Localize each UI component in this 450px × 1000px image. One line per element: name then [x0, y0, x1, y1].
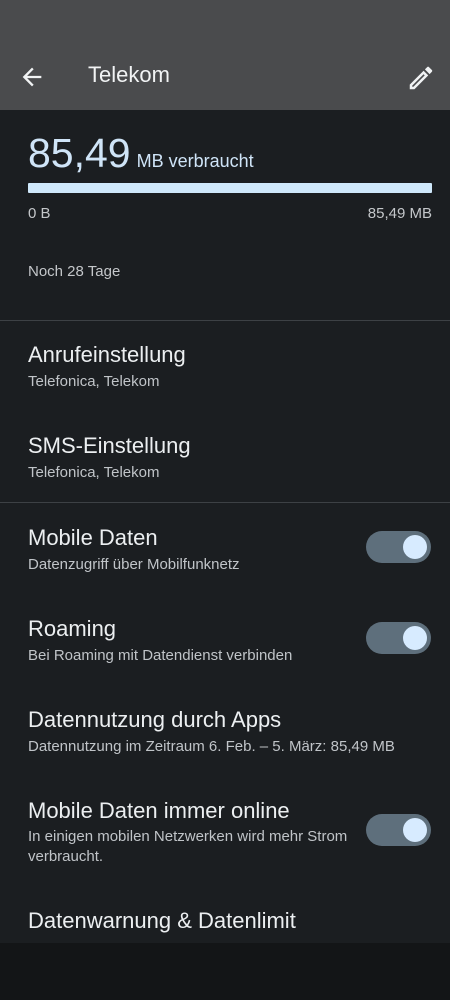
status-bar — [0, 0, 450, 40]
item-title: Datennutzung durch Apps — [28, 707, 282, 732]
item-subtitle: In einigen mobilen Netzwerken wird mehr … — [28, 828, 348, 865]
toggle-knob — [403, 818, 427, 842]
mobile-data-item[interactable]: Mobile Daten Datenzugriff über Mobilfunk… — [0, 512, 450, 597]
usage-amount: 85,49 — [28, 130, 131, 176]
pencil-icon — [409, 66, 433, 90]
arrow-back-icon — [22, 67, 42, 87]
usage-range-min: 0 B — [28, 205, 51, 222]
back-button[interactable] — [18, 63, 46, 91]
item-title: Mobile Daten — [28, 525, 158, 550]
item-subtitle: Telefonica, Telekom — [28, 373, 160, 390]
app-bar: Telekom — [0, 40, 450, 110]
remaining-days: Noch 28 Tage — [28, 263, 121, 280]
edit-button[interactable] — [406, 63, 436, 93]
data-warning-limit-item[interactable]: Datenwarnung & Datenlimit — [0, 896, 450, 943]
item-subtitle: Datenzugriff über Mobilfunknetz — [28, 556, 240, 573]
usage-progress-fill — [28, 183, 432, 193]
mobile-data-toggle[interactable] — [366, 531, 431, 563]
always-online-toggle[interactable] — [366, 814, 431, 846]
app-data-usage-item[interactable]: Datennutzung durch Apps Datennutzung im … — [0, 695, 450, 780]
usage-progress-bar — [28, 183, 432, 193]
usage-unit-label: MB verbraucht — [136, 151, 254, 171]
data-usage-summary: 85,49 MB verbraucht 0 B 85,49 MB — [28, 128, 432, 222]
item-subtitle: Datennutzung im Zeitraum 6. Feb. – 5. Mä… — [28, 738, 395, 755]
usage-range-max: 85,49 MB — [367, 205, 432, 222]
item-title: SMS-Einstellung — [28, 433, 191, 458]
toggle-knob — [403, 626, 427, 650]
roaming-item[interactable]: Roaming Bei Roaming mit Datendienst verb… — [0, 604, 450, 689]
item-title: Anrufeinstellung — [28, 342, 186, 367]
roaming-toggle[interactable] — [366, 622, 431, 654]
item-subtitle: Bei Roaming mit Datendienst verbinden — [28, 647, 293, 664]
item-title: Mobile Daten immer online — [28, 798, 290, 823]
call-settings-item[interactable]: Anrufeinstellung Telefonica, Telekom — [0, 330, 450, 410]
divider — [0, 502, 450, 503]
divider — [0, 320, 450, 321]
item-subtitle: Telefonica, Telekom — [28, 464, 160, 481]
toggle-knob — [403, 535, 427, 559]
item-title: Roaming — [28, 616, 117, 641]
always-online-item[interactable]: Mobile Daten immer online In einigen mob… — [0, 786, 450, 896]
page-title: Telekom — [88, 62, 170, 87]
item-title: Datenwarnung & Datenlimit — [28, 908, 296, 933]
navigation-bar — [0, 943, 450, 1000]
sms-settings-item[interactable]: SMS-Einstellung Telefonica, Telekom — [0, 420, 450, 500]
